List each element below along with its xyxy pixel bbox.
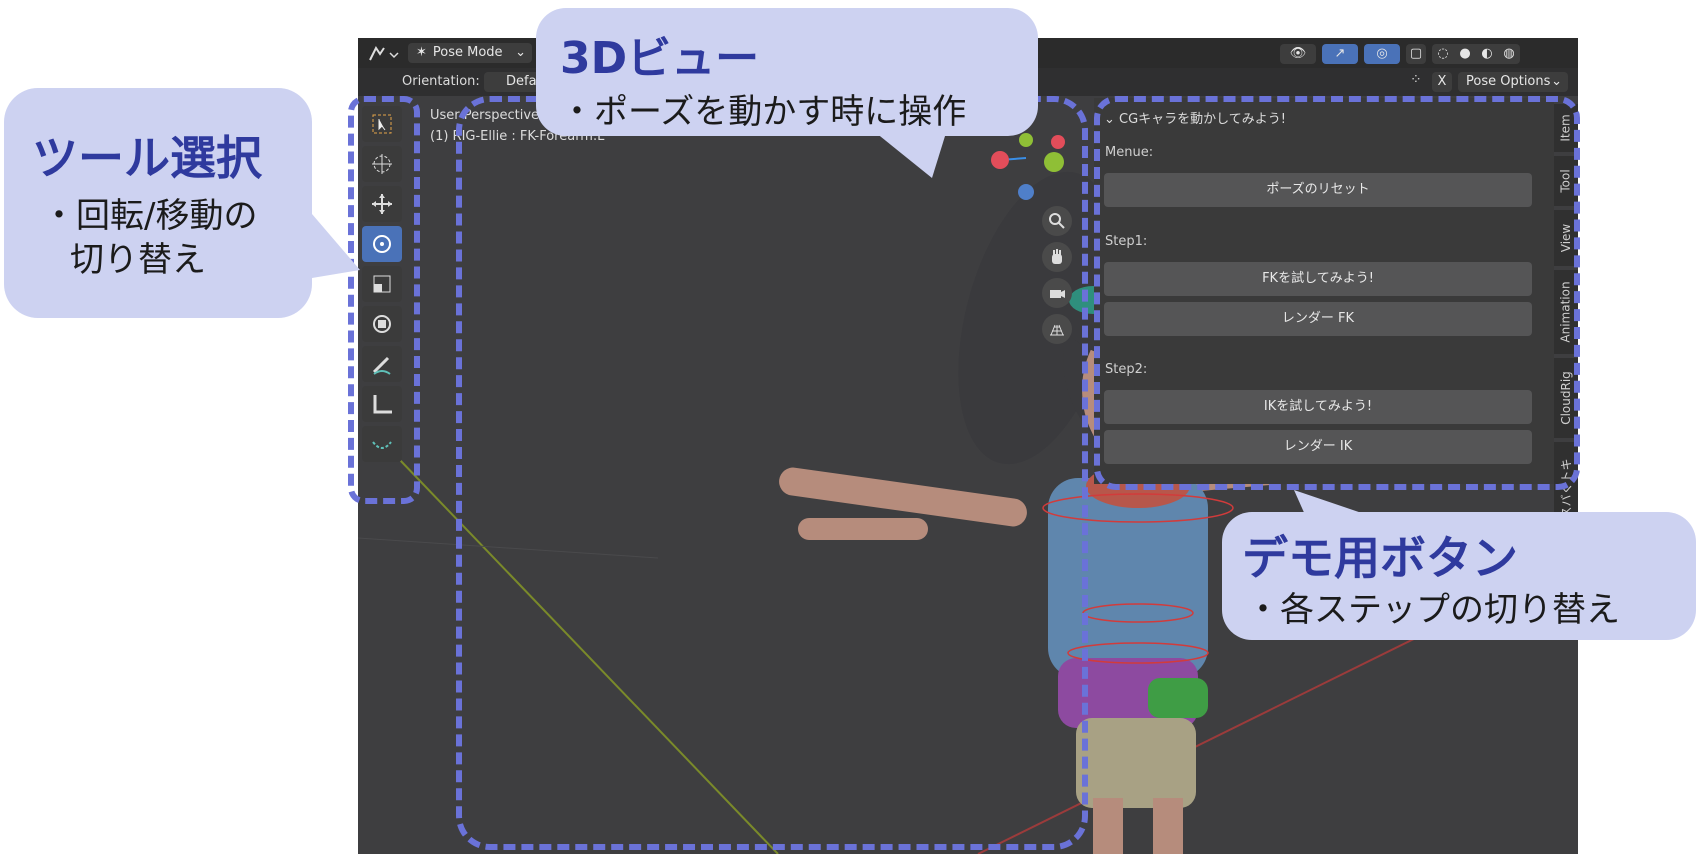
overlay-icon[interactable]: ◎	[1364, 44, 1400, 64]
editor-type-icon[interactable]	[366, 44, 400, 64]
demo-callout-title: デモ用ボタン	[1242, 531, 1518, 585]
panel-highlight	[1094, 96, 1580, 490]
tools-callout-title: ツール選択	[32, 131, 262, 185]
material-icon[interactable]: ◐	[1481, 44, 1492, 64]
orientation-label: Orientation:	[402, 74, 480, 89]
tools-callout-line1: ・回転/移動の	[42, 196, 258, 236]
pose-options-button[interactable]: Pose Options ⌄	[1458, 72, 1568, 92]
view3d-highlight	[456, 96, 1088, 850]
x-mirror-toggle[interactable]: X	[1432, 72, 1452, 92]
chevron-down-icon: ⌄	[1551, 74, 1562, 89]
tools-highlight	[348, 96, 420, 504]
gizmo-icon[interactable]: ↗	[1322, 44, 1358, 64]
visibility-icon[interactable]: 👁	[1280, 44, 1316, 64]
view3d-callout: 3Dビュー ・ポーズを動かす時に操作	[536, 8, 1038, 136]
mode-select[interactable]: ✶ Pose Mode ⌄	[408, 43, 532, 63]
tools-callout-tail	[300, 200, 360, 280]
wireframe-icon[interactable]: ◌	[1437, 44, 1448, 64]
pose-options-label: Pose Options	[1466, 74, 1551, 89]
chevron-down-icon: ⌄	[515, 45, 526, 60]
view3d-callout-title: 3Dビュー	[560, 33, 760, 84]
pose-icon: ✶	[416, 45, 427, 60]
solid-icon[interactable]: ●	[1459, 44, 1470, 64]
demo-callout: デモ用ボタン ・各ステップの切り替え	[1222, 512, 1696, 640]
orientation-value: Defa	[506, 74, 537, 89]
tools-callout-line2: 切り替え	[70, 240, 206, 280]
xray-icon[interactable]: ▢	[1406, 44, 1426, 64]
mirror-icon[interactable]: ⁘	[1410, 72, 1430, 92]
view3d-callout-line1: ・ポーズを動かす時に操作	[560, 92, 967, 132]
tools-callout: ツール選択 ・回転/移動の 切り替え	[4, 88, 312, 318]
shading-modes[interactable]: ◌ ● ◐ ◍	[1432, 44, 1520, 64]
demo-callout-line1: ・各ステップの切り替え	[1246, 590, 1620, 630]
mode-label: Pose Mode	[432, 45, 503, 60]
rendered-icon[interactable]: ◍	[1503, 44, 1514, 64]
header-right-tools: 👁 ↗ ◎ ▢ ◌ ● ◐ ◍	[1280, 42, 1580, 66]
